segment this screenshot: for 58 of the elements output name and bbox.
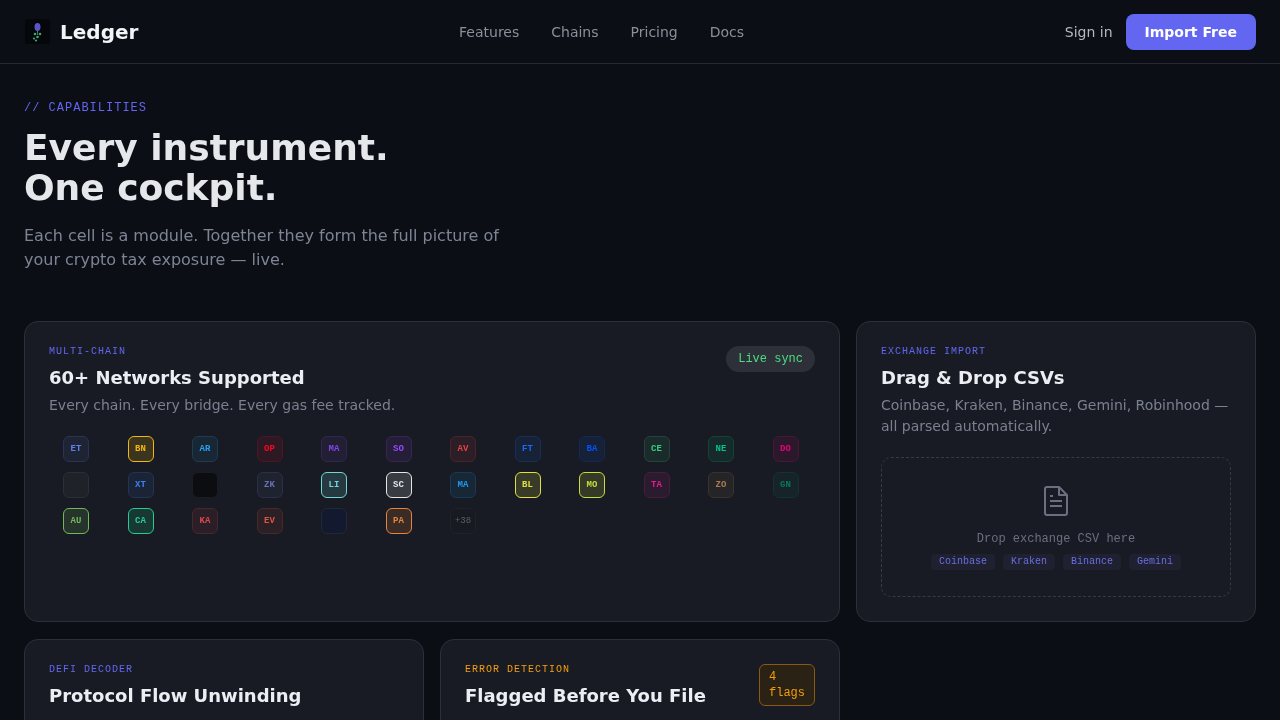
chain-tile: AU [63,508,89,534]
chain-tile: EV [256,508,283,534]
chain-tile: ZO [708,472,734,498]
nav-link[interactable]: Pricing [630,23,678,40]
drop-zone[interactable]: Drop exchange CSV here Coinbase Kraken Binance Gemini [881,457,1231,597]
sign-in-link[interactable]: Sign in [1064,23,1113,40]
chain-tile: CE [643,436,670,462]
more-chains-tile: +38 [450,508,476,534]
chain-tile: DO [772,436,799,462]
card-label: ERROR DETECTION [465,664,570,676]
chain-tile: CA [127,508,154,534]
hero-description: Each cell is a module. Together they form the full picture of your crypto tax exposure — live. [24,225,501,271]
card-label: EXCHANGE IMPORT [881,346,986,358]
card-title: Flagged Before You File [465,684,706,708]
nav-link[interactable]: Docs [709,23,745,40]
chain-tile: SC [385,472,412,498]
chain-tile: ET [63,436,89,462]
drop-hint: Drop exchange CSV here [976,531,1136,547]
import-button[interactable]: Import Free [1125,13,1256,50]
card-title: 60+ Networks Supported [49,366,305,390]
chain-tile: NE [708,436,734,462]
exchange-chip: Binance [1063,554,1121,570]
chain-tile: ZK [256,472,283,498]
chain-tile: AR [192,436,218,462]
nav-link[interactable]: Chains [551,23,599,40]
chain-tile: MA [321,436,347,462]
chain-tile: BN [127,436,154,462]
chain-tile: MA [450,472,476,498]
exchange-chip: Gemini [1129,554,1182,570]
chain-tile: GN [772,472,799,498]
logo-icon [25,19,50,44]
chain-tile: BL [514,472,541,498]
card-title: Drag & Drop CSVs [881,366,1065,390]
chain-tile: MO [579,472,605,498]
card-label: DEFI DECODER [49,664,133,676]
card-description: Every chain. Every bridge. Every gas fee tracked. [49,396,397,415]
chain-tile: AV [450,436,476,462]
chain-tile: XT [127,472,154,498]
brand-name: Ledger [60,19,139,44]
chain-tile: KA [192,508,218,534]
chain-tile: FT [514,436,541,462]
chain-tile: LI [321,472,347,498]
hero-title: Every instrument. One cockpit. [24,128,390,208]
chain-tile: SO [385,436,412,462]
nav-link[interactable]: Features [459,23,520,40]
flags-badge: 4 flags [759,664,815,706]
section-eyebrow: // CAPABILITIES [24,100,148,116]
chain-tile: TA [643,472,670,498]
card-title: Protocol Flow Unwinding [49,684,302,708]
chain-tile: PA [385,508,412,534]
file-icon [1043,485,1069,517]
chain-tile: BA [579,436,605,462]
card-label: MULTI-CHAIN [49,346,126,358]
chain-tile: OP [256,436,283,462]
card-description: Coinbase, Kraken, Binance, Gemini, Robinhood — all parsed automatically. [881,396,1230,436]
live-sync-badge: Live sync [726,346,815,372]
exchange-chip: Coinbase [930,554,995,570]
exchange-chip: Kraken [1003,554,1055,570]
